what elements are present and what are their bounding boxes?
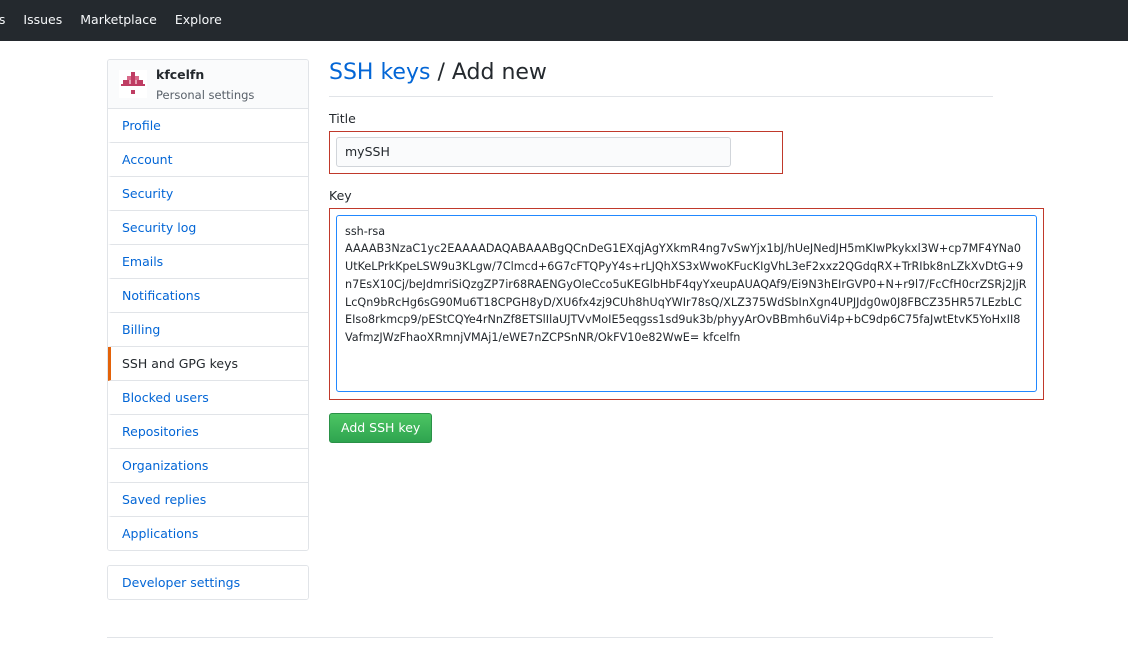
- account-username: kfcelfn: [156, 67, 205, 82]
- add-ssh-key-button[interactable]: Add SSH key: [329, 412, 433, 443]
- footer-divider: [107, 637, 993, 638]
- sidebar-primary-card: kfcelfn Personal settings Profile Accoun…: [107, 59, 309, 551]
- page-title-separator: /: [430, 60, 452, 85]
- nav-link-explore[interactable]: Explore: [175, 14, 222, 27]
- sidebar-item-saved-replies[interactable]: Saved replies: [108, 483, 308, 517]
- sidebar-item-applications[interactable]: Applications: [108, 517, 308, 550]
- sidebar-item-developer-settings[interactable]: Developer settings: [108, 566, 308, 599]
- nav-link-pull-requests[interactable]: ts: [0, 14, 5, 27]
- sidebar-item-security[interactable]: Security: [108, 177, 308, 211]
- key-field-label: Key: [329, 187, 352, 203]
- nav-link-marketplace[interactable]: Marketplace: [80, 14, 157, 27]
- account-switcher[interactable]: kfcelfn Personal settings: [108, 60, 308, 109]
- sidebar-item-ssh-and-gpg-keys[interactable]: SSH and GPG keys: [108, 347, 308, 381]
- top-navbar: ts Issues Marketplace Explore: [0, 0, 1128, 41]
- sidebar-secondary-card: Developer settings: [107, 565, 309, 600]
- sidebar-item-account[interactable]: Account: [108, 143, 308, 177]
- title-field-label: Title: [329, 110, 356, 126]
- key-annotation-box: [329, 207, 1044, 400]
- sidebar-item-billing[interactable]: Billing: [108, 313, 308, 347]
- ssh-key-textarea[interactable]: [336, 214, 1037, 392]
- sidebar-item-profile[interactable]: Profile: [108, 109, 308, 143]
- sidebar-item-security-log[interactable]: Security log: [108, 211, 308, 245]
- ssh-key-title-input[interactable]: [336, 136, 731, 167]
- page-title-ssh-keys-link[interactable]: SSH keys: [329, 60, 430, 85]
- nav-link-issues[interactable]: Issues: [23, 14, 62, 27]
- page-title-current: Add new: [451, 60, 547, 85]
- main-content: SSH keys / Add new Title Key Add SSH key: [329, 59, 1044, 443]
- sidebar-item-notifications[interactable]: Notifications: [108, 279, 308, 313]
- settings-sidebar: kfcelfn Personal settings Profile Accoun…: [107, 59, 309, 600]
- page-body: kfcelfn Personal settings Profile Accoun…: [0, 41, 1128, 668]
- title-annotation-box: [329, 130, 783, 174]
- sidebar-item-repositories[interactable]: Repositories: [108, 415, 308, 449]
- sidebar-item-emails[interactable]: Emails: [108, 245, 308, 279]
- account-meta: kfcelfn Personal settings: [156, 64, 254, 104]
- identicon-avatar-icon: [119, 70, 147, 98]
- page-title: SSH keys / Add new: [329, 59, 993, 97]
- sidebar-item-organizations[interactable]: Organizations: [108, 449, 308, 483]
- account-subtitle: Personal settings: [156, 88, 255, 102]
- sidebar-item-blocked-users[interactable]: Blocked users: [108, 381, 308, 415]
